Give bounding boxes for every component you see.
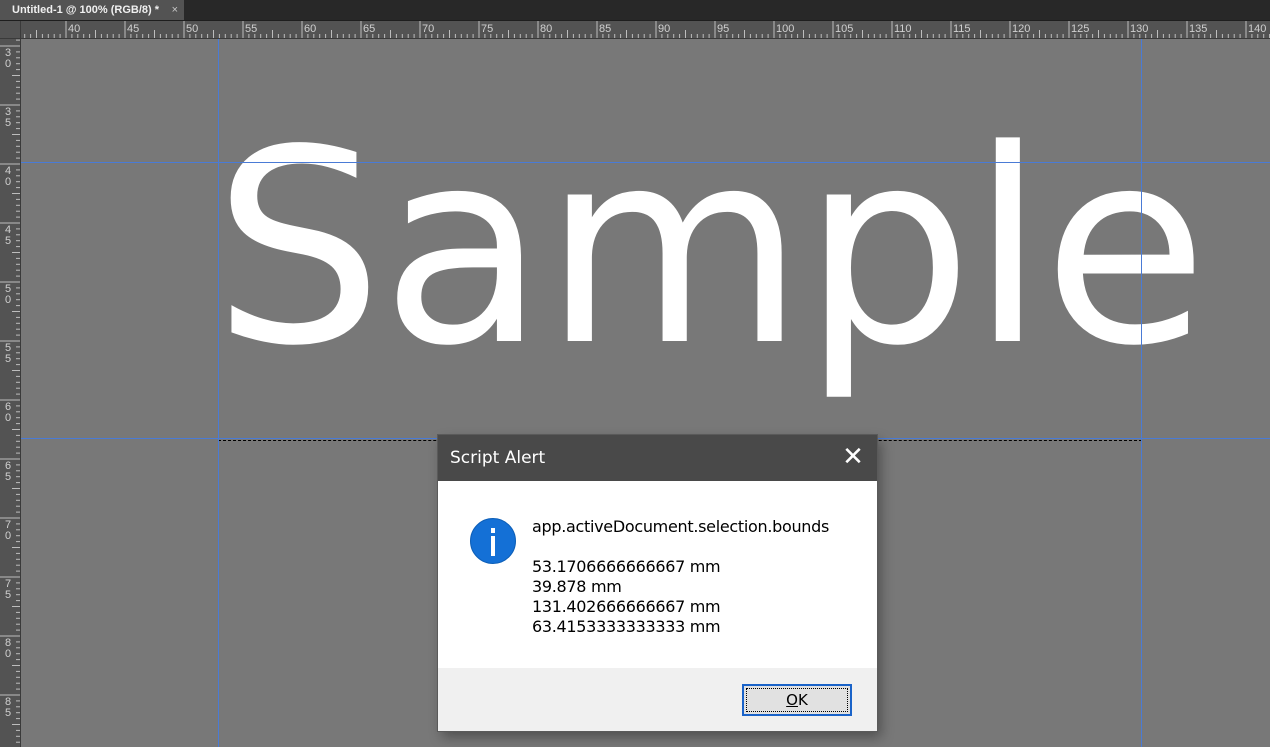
ruler-label: 70: [422, 23, 434, 35]
guide-vertical[interactable]: [1141, 39, 1142, 747]
horizontal-ruler-scale: 40 45 50 55 60 65 70 75 80 85 90 95 100 105 110 115 120 1…: [24, 21, 1270, 38]
ruler-label: 110: [894, 23, 912, 35]
ok-button[interactable]: OK: [742, 684, 852, 716]
vertical-ruler-scale: 303540455055606570758085: [0, 21, 20, 743]
ruler-label: 0: [5, 294, 11, 306]
ruler-label: 140: [1248, 23, 1266, 35]
guide-vertical[interactable]: [218, 39, 219, 747]
ruler-label: 85: [599, 23, 611, 35]
alert-heading: app.activeDocument.selection.bounds: [532, 517, 830, 536]
dialog-title: Script Alert: [450, 448, 546, 468]
dialog-titlebar[interactable]: Script Alert ✕: [438, 435, 877, 481]
ruler-label: 100: [776, 23, 794, 35]
ruler-label: 105: [835, 23, 853, 35]
alert-line: 63.4153333333333 mm: [532, 617, 721, 636]
ruler-label: 115: [953, 23, 971, 35]
ruler-label: 45: [127, 23, 139, 35]
ruler-label: 95: [717, 23, 729, 35]
ruler-label: 55: [245, 23, 257, 35]
ruler-label: 80: [540, 23, 552, 35]
info-icon: [470, 518, 516, 564]
ruler-label: 0: [5, 176, 11, 188]
ruler-label: 40: [68, 23, 80, 35]
ruler-label: 90: [658, 23, 670, 35]
ruler-label: 5: [5, 117, 11, 129]
ruler-label: 135: [1189, 23, 1207, 35]
ruler-label: 5: [5, 589, 11, 601]
alert-line: 53.1706666666667 mm: [532, 557, 721, 576]
alert-line: 131.402666666667 mm: [532, 597, 721, 616]
script-alert-dialog: Script Alert ✕ app.activeDocument.select…: [438, 435, 877, 731]
dialog-footer: OK: [438, 668, 877, 731]
ruler-label: 60: [304, 23, 316, 35]
ruler-label: 0: [5, 58, 11, 70]
ruler-label: 0: [5, 648, 11, 660]
document-tab-bar: Untitled-1 @ 100% (RGB/8) * ×: [0, 0, 1270, 21]
ruler-corner[interactable]: [0, 21, 21, 39]
ruler-label: 5: [5, 353, 11, 365]
sample-text-layer: Sample: [213, 93, 1208, 405]
ruler-label: 75: [481, 23, 493, 35]
vertical-ruler[interactable]: 303540455055606570758085: [0, 21, 21, 747]
ruler-label: 5: [5, 471, 11, 483]
alert-line: 39.878 mm: [532, 577, 622, 596]
ruler-label: 130: [1130, 23, 1148, 35]
ruler-label: 50: [186, 23, 198, 35]
document-tab-title: Untitled-1 @ 100% (RGB/8) *: [12, 4, 160, 16]
document-tab[interactable]: Untitled-1 @ 100% (RGB/8) * ×: [0, 0, 184, 20]
ruler-label: 0: [5, 530, 11, 542]
close-tab-icon[interactable]: ×: [172, 0, 178, 20]
horizontal-ruler[interactable]: 40 45 50 55 60 65 70 75 80 85 90 95 100 105 110 115 120 1…: [20, 21, 1270, 39]
ruler-label: 5: [5, 235, 11, 247]
ruler-label: 5: [5, 707, 11, 719]
close-icon[interactable]: ✕: [837, 441, 869, 473]
guide-horizontal[interactable]: [21, 162, 1270, 163]
ruler-label: 65: [363, 23, 375, 35]
ruler-label: 0: [5, 412, 11, 424]
ruler-label: 125: [1071, 23, 1089, 35]
ruler-label: 120: [1012, 23, 1030, 35]
